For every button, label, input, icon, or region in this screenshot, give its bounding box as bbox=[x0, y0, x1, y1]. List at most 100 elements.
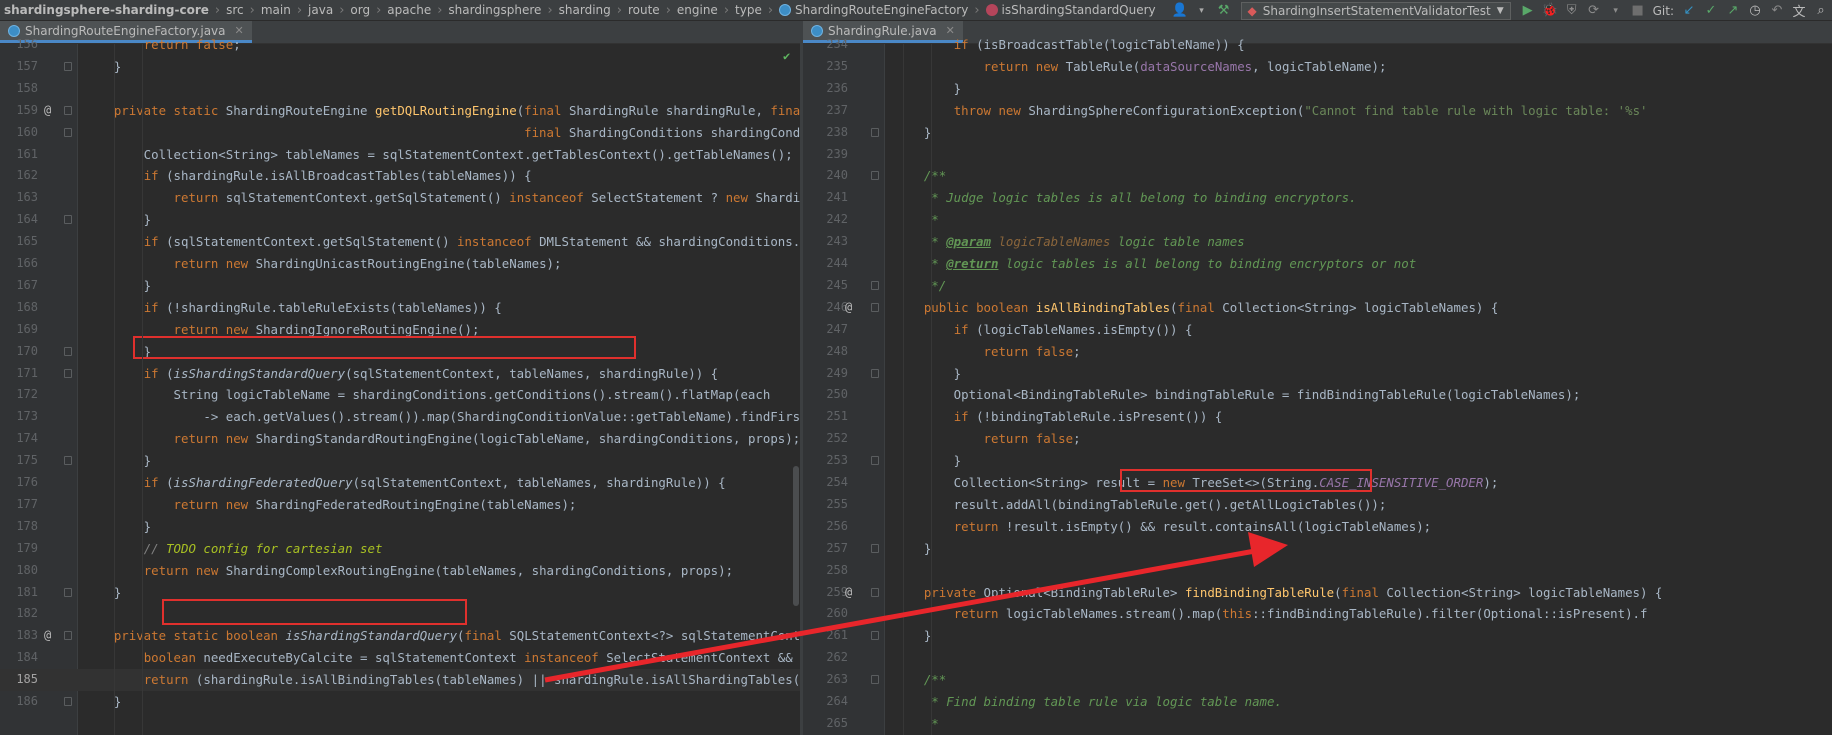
line-number[interactable]: 243 bbox=[803, 231, 848, 253]
fold-toggle-icon[interactable] bbox=[64, 697, 72, 706]
code-line[interactable]: 176 if (isShardingFederatedQuery(sqlStat… bbox=[0, 472, 800, 494]
line-number[interactable]: 162 bbox=[2, 165, 38, 187]
code-line[interactable]: 174 return new ShardingStandardRoutingEn… bbox=[0, 428, 800, 450]
line-number[interactable]: 239 bbox=[803, 144, 848, 166]
code-line[interactable]: 250 Optional<BindingTableRule> bindingTa… bbox=[803, 384, 1832, 406]
code-line[interactable]: 173 -> each.getValues().stream()).map(Sh… bbox=[0, 406, 800, 428]
line-number[interactable]: 264 bbox=[803, 691, 848, 713]
line-number[interactable]: 237 bbox=[803, 100, 848, 122]
chevron-down-icon[interactable]: ▾ bbox=[1191, 6, 1213, 16]
fold-toggle-icon[interactable] bbox=[64, 631, 72, 641]
fold-toggle-icon[interactable] bbox=[64, 346, 72, 356]
code-line[interactable]: 160 final ShardingConditions shardingCon… bbox=[0, 122, 800, 144]
code-line[interactable]: 156 return false; bbox=[0, 34, 800, 56]
line-number[interactable]: 263 bbox=[803, 669, 848, 691]
line-number[interactable]: 251 bbox=[803, 406, 848, 428]
code-line[interactable]: 186 } bbox=[0, 691, 800, 713]
line-number[interactable]: 178 bbox=[2, 516, 38, 538]
code-line[interactable]: 246 @ public boolean isAllBindingTables(f… bbox=[803, 297, 1832, 319]
breadcrumb-item[interactable]: sharding bbox=[555, 3, 615, 17]
fold-toggle-icon[interactable] bbox=[64, 456, 72, 466]
code-line[interactable]: 262 bbox=[803, 647, 1832, 669]
line-number[interactable]: 258 bbox=[803, 560, 848, 582]
code-line[interactable]: 185 return (shardingRule.isAllBindingTab… bbox=[0, 669, 800, 691]
code-line[interactable]: 157 } bbox=[0, 56, 800, 78]
code-line[interactable]: 178 } bbox=[0, 516, 800, 538]
fold-toggle-icon[interactable] bbox=[64, 368, 72, 378]
code-line[interactable]: 259 @ private Optional<BindingTableRule> … bbox=[803, 582, 1832, 604]
code-line[interactable]: 251 if (!bindingTableRule.isPresent()) { bbox=[803, 406, 1832, 428]
fold-toggle-icon[interactable] bbox=[871, 368, 879, 378]
line-number[interactable]: 180 bbox=[2, 560, 38, 582]
code-line[interactable]: 244 * @return logic tables is all belong… bbox=[803, 253, 1832, 275]
build-hammer-icon[interactable]: ⚒ bbox=[1213, 3, 1235, 18]
line-number[interactable]: 238 bbox=[803, 122, 848, 144]
line-number[interactable]: 160 bbox=[2, 122, 38, 144]
line-number[interactable]: 241 bbox=[803, 187, 848, 209]
code-line[interactable]: 239 bbox=[803, 144, 1832, 166]
code-line[interactable]: 245 */ bbox=[803, 275, 1832, 297]
line-number[interactable]: 252 bbox=[803, 428, 848, 450]
code-line[interactable]: 255 result.addAll(bindingTableRule.get()… bbox=[803, 494, 1832, 516]
line-number[interactable]: 182 bbox=[2, 603, 38, 625]
code-line[interactable]: 166 return new ShardingUnicastRoutingEng… bbox=[0, 253, 800, 275]
code-line[interactable]: 163 return sqlStatementContext.getSqlSta… bbox=[0, 187, 800, 209]
line-number[interactable]: 175 bbox=[2, 450, 38, 472]
code-line[interactable]: 177 return new ShardingFederatedRoutingE… bbox=[0, 494, 800, 516]
line-number[interactable]: 245 bbox=[803, 275, 848, 297]
code-line[interactable]: 171 if (isShardingStandardQuery(sqlState… bbox=[0, 363, 800, 385]
breadcrumb-item[interactable]: main bbox=[257, 3, 295, 17]
code-line[interactable]: 261 } bbox=[803, 625, 1832, 647]
line-number[interactable]: 172 bbox=[2, 384, 38, 406]
line-number[interactable]: 169 bbox=[2, 319, 38, 341]
fold-toggle-icon[interactable] bbox=[64, 105, 72, 115]
line-number[interactable]: 171 bbox=[2, 363, 38, 385]
line-number[interactable]: 170 bbox=[2, 341, 38, 363]
line-number[interactable]: 248 bbox=[803, 341, 848, 363]
code-line[interactable]: 249 } bbox=[803, 363, 1832, 385]
coverage-icon[interactable]: ⛨ bbox=[1561, 3, 1583, 18]
code-line[interactable]: 179 // TODO config for cartesian set bbox=[0, 538, 800, 560]
line-number[interactable]: 235 bbox=[803, 56, 848, 78]
code-line[interactable]: 252 return false; bbox=[803, 428, 1832, 450]
run-icon[interactable]: ▶ bbox=[1517, 3, 1539, 18]
line-number[interactable]: 174 bbox=[2, 428, 38, 450]
line-number[interactable]: 234 bbox=[803, 34, 848, 56]
search-icon[interactable]: ⌕ bbox=[1810, 3, 1832, 18]
code-line[interactable]: 260 return logicTableNames.stream().map(… bbox=[803, 603, 1832, 625]
fold-toggle-icon[interactable] bbox=[871, 543, 879, 553]
code-line[interactable]: 257 } bbox=[803, 538, 1832, 560]
line-number[interactable]: 262 bbox=[803, 647, 848, 669]
code-line[interactable]: 162 if (shardingRule.isAllBroadcastTable… bbox=[0, 165, 800, 187]
line-number[interactable]: 179 bbox=[2, 538, 38, 560]
line-number[interactable]: 166 bbox=[2, 253, 38, 275]
left-code-editor[interactable]: ✔ 156 return false; 157 } 158 159 @ private … bbox=[0, 37, 800, 735]
fold-toggle-icon[interactable] bbox=[871, 587, 879, 597]
profile-icon[interactable]: ⟳ bbox=[1583, 3, 1605, 18]
line-number[interactable]: 176 bbox=[2, 472, 38, 494]
line-number[interactable]: 244 bbox=[803, 253, 848, 275]
code-line[interactable]: 234 if (isBroadcastTable(logicTableName)… bbox=[803, 34, 1832, 56]
code-line[interactable]: 242 * bbox=[803, 209, 1832, 231]
code-line[interactable]: 180 return new ShardingComplexRoutingEng… bbox=[0, 560, 800, 582]
line-number[interactable]: 177 bbox=[2, 494, 38, 516]
line-number[interactable]: 173 bbox=[2, 406, 38, 428]
line-number[interactable]: 186 bbox=[2, 691, 38, 713]
override-marker-icon[interactable]: @ bbox=[845, 297, 852, 319]
breadcrumb-item[interactable]: shardingsphere-sharding-core bbox=[0, 3, 213, 17]
line-number[interactable]: 236 bbox=[803, 78, 848, 100]
line-number[interactable]: 163 bbox=[2, 187, 38, 209]
code-line[interactable]: 183 @ private static boolean isShardingSt… bbox=[0, 625, 800, 647]
breadcrumb-method[interactable]: isShardingStandardQuery bbox=[982, 3, 1160, 17]
code-line[interactable]: 258 bbox=[803, 560, 1832, 582]
fold-toggle-icon[interactable] bbox=[64, 61, 72, 71]
fold-toggle-icon[interactable] bbox=[871, 280, 879, 290]
line-number[interactable]: 249 bbox=[803, 363, 848, 385]
line-number[interactable]: 242 bbox=[803, 209, 848, 231]
code-line[interactable]: 243 * @param logicTableNames logic table… bbox=[803, 231, 1832, 253]
fold-toggle-icon[interactable] bbox=[871, 302, 879, 312]
line-number[interactable]: 260 bbox=[803, 603, 848, 625]
line-number[interactable]: 161 bbox=[2, 144, 38, 166]
history-icon[interactable]: ◷ bbox=[1744, 3, 1766, 18]
code-line[interactable]: 265 * bbox=[803, 713, 1832, 735]
